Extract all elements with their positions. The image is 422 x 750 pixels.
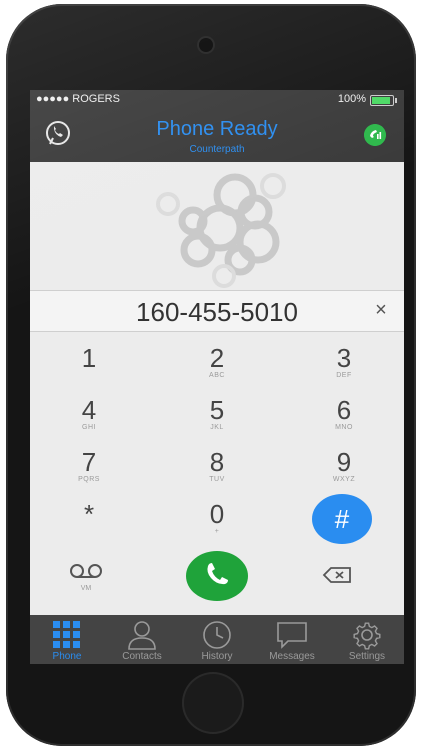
key-digit: * bbox=[83, 499, 95, 529]
key-letters: TUV bbox=[209, 476, 225, 483]
phone-device: ●●●●● ROGERS 100% Phone Ready Counterpat… bbox=[6, 4, 416, 746]
call-button[interactable] bbox=[186, 551, 248, 601]
counterpath-logo-icon bbox=[156, 173, 286, 288]
key-letters: WXYZ bbox=[332, 476, 356, 483]
person-icon bbox=[128, 621, 156, 650]
key-0[interactable]: 0 + bbox=[167, 496, 267, 546]
home-button[interactable] bbox=[182, 672, 244, 734]
speech-bubble-icon bbox=[277, 622, 307, 649]
key-2[interactable]: 2 ABC bbox=[167, 340, 267, 390]
key-8[interactable]: 8 TUV bbox=[167, 444, 267, 494]
key-digit: 6 bbox=[336, 395, 352, 425]
clock-icon bbox=[203, 621, 231, 649]
tab-phone[interactable]: Phone bbox=[30, 615, 104, 664]
tab-label: Settings bbox=[348, 651, 386, 662]
tab-settings[interactable]: Settings bbox=[330, 615, 404, 664]
key-digit: 5 bbox=[209, 395, 225, 425]
key-letters: ABC bbox=[209, 372, 225, 379]
backspace-icon[interactable] bbox=[322, 566, 352, 584]
key-digit: 1 bbox=[81, 343, 97, 373]
carrier-label: ●●●●● ROGERS bbox=[36, 93, 120, 105]
gear-icon bbox=[353, 622, 381, 650]
call-status-icon[interactable] bbox=[364, 124, 386, 146]
key-digit: 0 bbox=[209, 499, 225, 529]
app-screen: ●●●●● ROGERS 100% Phone Ready Counterpat… bbox=[30, 90, 404, 664]
tab-label: Messages bbox=[269, 651, 315, 662]
app-header: Phone Ready Counterpath bbox=[30, 108, 404, 162]
key-digit: 9 bbox=[336, 447, 352, 477]
voicemail-label: VM bbox=[80, 585, 92, 592]
tab-contacts[interactable]: Contacts bbox=[105, 615, 179, 664]
key-1[interactable]: 1 bbox=[39, 340, 139, 390]
key-9[interactable]: 9 WXYZ bbox=[294, 444, 394, 494]
key-letters: GHI bbox=[82, 424, 96, 431]
tab-label: Phone bbox=[52, 651, 82, 662]
key-hash[interactable]: # bbox=[312, 494, 372, 544]
page-title: Phone Ready bbox=[156, 118, 278, 140]
key-star[interactable]: * bbox=[39, 496, 139, 546]
tab-bar: Phone Contacts History Messages Settings bbox=[30, 615, 404, 664]
dialed-number: 160-455-5010 bbox=[136, 297, 298, 327]
tab-messages[interactable]: Messages bbox=[255, 615, 329, 664]
clear-number-button[interactable]: × bbox=[370, 299, 392, 321]
key-letters: PQRS bbox=[78, 476, 100, 483]
status-bar: ●●●●● ROGERS 100% bbox=[30, 90, 404, 108]
tab-history[interactable]: History bbox=[180, 615, 254, 664]
key-digit: # bbox=[334, 504, 350, 534]
key-letters: + bbox=[214, 528, 220, 535]
keypad-grid-icon bbox=[53, 621, 80, 648]
key-letters: JKL bbox=[210, 424, 224, 431]
key-letters: DEF bbox=[336, 372, 352, 379]
number-display: 160-455-5010 × bbox=[30, 290, 404, 332]
battery-percent: 100% bbox=[337, 93, 366, 105]
battery-icon bbox=[370, 95, 397, 106]
front-camera bbox=[199, 38, 213, 52]
key-6[interactable]: 6 MNO bbox=[294, 392, 394, 442]
key-5[interactable]: 5 JKL bbox=[167, 392, 267, 442]
key-digit: 7 bbox=[81, 447, 97, 477]
key-7[interactable]: 7 PQRS bbox=[39, 444, 139, 494]
key-digit: 3 bbox=[336, 343, 352, 373]
page-subtitle: Counterpath bbox=[189, 144, 245, 155]
key-letters: MNO bbox=[335, 424, 353, 431]
key-digit: 8 bbox=[209, 447, 225, 477]
tab-label: Contacts bbox=[122, 651, 162, 662]
voicemail-button[interactable]: VM bbox=[66, 562, 106, 594]
key-4[interactable]: 4 GHI bbox=[39, 392, 139, 442]
key-digit: 4 bbox=[81, 395, 97, 425]
voicemail-icon bbox=[70, 564, 102, 578]
tab-label: History bbox=[201, 651, 233, 662]
key-digit: 2 bbox=[209, 343, 225, 373]
phone-handset-icon bbox=[207, 563, 228, 585]
key-3[interactable]: 3 DEF bbox=[294, 340, 394, 390]
